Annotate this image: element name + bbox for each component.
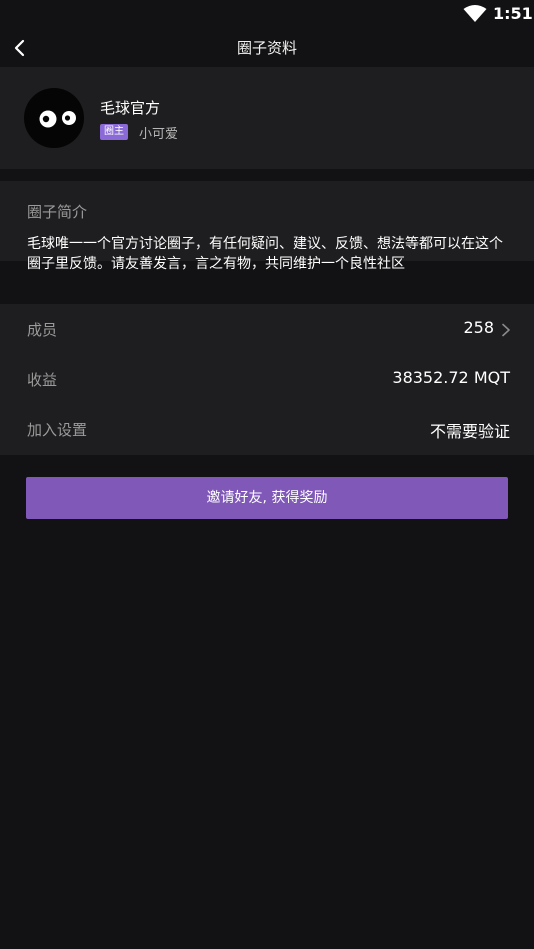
- wifi-icon: [463, 5, 487, 23]
- earnings-value: 38352.72 MQT: [392, 368, 510, 387]
- join-settings-value: 不需要验证: [429, 422, 510, 441]
- members-label: 成员: [27, 321, 58, 339]
- earnings-label: 收益: [27, 371, 58, 389]
- members-row[interactable]: 成员 258: [0, 304, 534, 354]
- intro-text: 毛球唯一一个官方讨论圈子，有任何疑问、建议、反馈、想法等都可以在这个圈子里反馈。…: [27, 236, 503, 272]
- earnings-row: 收益 38352.72 MQT: [0, 354, 534, 404]
- circle-intro-section: 圈子简介 毛球唯一一个官方讨论圈子，有任何疑问、建议、反馈、想法等都可以在这个圈…: [0, 181, 534, 272]
- join-settings-label: 加入设置: [27, 421, 88, 439]
- chevron-right-icon: [500, 322, 512, 337]
- status-time: 1:51: [493, 4, 533, 23]
- intro-title: 圈子简介: [27, 203, 88, 221]
- owner-name[interactable]: 小可爱: [139, 123, 178, 142]
- circle-name: 毛球官方: [100, 99, 161, 117]
- owner-badge: 圈主: [100, 124, 128, 140]
- avatar[interactable]: [24, 88, 84, 148]
- nav-bar: 圈子资料: [0, 28, 534, 66]
- circle-profile-screen: 1:51 圈子资料 毛球官方 圈主 小可爱 圈子简介 毛球唯一一个官方讨论圈子，…: [0, 0, 534, 949]
- page-title: 圈子资料: [236, 39, 297, 57]
- circle-profile-card: 毛球官方 圈主 小可爱: [0, 67, 534, 169]
- furball-logo-icon: [39, 110, 76, 128]
- circle-info-list: 成员 258 收益 38352.72 MQT 加入设置 不需要验证: [0, 304, 534, 455]
- join-settings-row: 加入设置 不需要验证: [0, 404, 534, 454]
- invite-friends-button[interactable]: 邀请好友, 获得奖励: [26, 477, 508, 519]
- status-bar: 1:51: [0, 0, 534, 28]
- members-count: 258: [463, 318, 494, 337]
